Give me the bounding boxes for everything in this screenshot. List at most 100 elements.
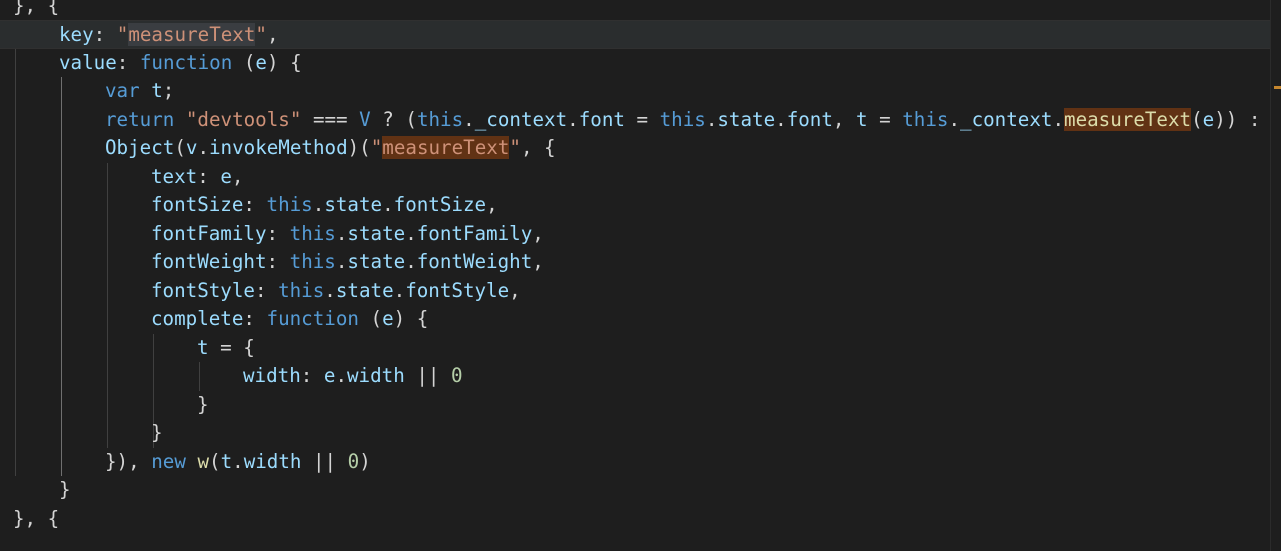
code-token: " bbox=[370, 136, 383, 159]
code-token: }, { bbox=[13, 506, 60, 530]
code-token: : bbox=[243, 307, 267, 330]
code-token: . bbox=[335, 364, 347, 387]
code-token: . bbox=[463, 107, 475, 131]
code-token: invokeMethod bbox=[209, 136, 348, 159]
code-text: text: e, bbox=[151, 163, 243, 192]
code-token: state bbox=[335, 278, 394, 302]
code-line[interactable]: var t; bbox=[0, 77, 1270, 106]
code-line[interactable]: } bbox=[0, 476, 1270, 505]
code-text: width: e.width || 0 bbox=[243, 362, 463, 391]
code-token: key bbox=[59, 23, 94, 46]
code-token: , bbox=[532, 250, 544, 273]
code-token: ( bbox=[1191, 107, 1203, 131]
code-token: . bbox=[405, 250, 417, 273]
code-token: fontStyle bbox=[151, 278, 255, 302]
code-token: . bbox=[197, 136, 209, 159]
code-token: )) : bbox=[1214, 107, 1261, 131]
code-token: . bbox=[382, 193, 394, 216]
code-text: fontWeight: this.state.fontWeight, bbox=[151, 248, 544, 277]
code-token: . bbox=[405, 221, 417, 245]
code-token: , bbox=[231, 164, 244, 188]
code-token: , { bbox=[520, 136, 556, 159]
code-token: this bbox=[289, 250, 336, 273]
code-token: fontWeight bbox=[416, 250, 533, 273]
code-token: this bbox=[289, 221, 336, 245]
find-match: measureText bbox=[382, 136, 510, 159]
code-token: ( bbox=[358, 307, 383, 330]
code-line[interactable]: }, { bbox=[0, 0, 1270, 20]
code-token: 0 bbox=[347, 449, 360, 473]
code-token: " bbox=[116, 23, 129, 46]
code-token: ) { bbox=[266, 50, 302, 74]
code-text: key: "measureText", bbox=[59, 21, 279, 50]
code-line[interactable]: fontWeight: this.state.fontWeight, bbox=[0, 248, 1270, 277]
code-token: ( bbox=[232, 50, 256, 74]
code-token: t bbox=[220, 449, 233, 473]
code-text: } bbox=[151, 419, 163, 448]
code-line[interactable]: }), new w(t.width || 0) bbox=[0, 448, 1270, 477]
code-line[interactable]: return "devtools" === V ? (this._context… bbox=[0, 106, 1270, 135]
code-token: === bbox=[301, 107, 360, 131]
code-token: = bbox=[624, 107, 660, 131]
code-line[interactable]: key: "measureText", bbox=[0, 20, 1270, 49]
code-line[interactable]: t = { bbox=[0, 334, 1270, 363]
code-token: ? ( bbox=[370, 107, 417, 131]
code-token: Object bbox=[105, 136, 175, 159]
code-token: function bbox=[139, 50, 233, 74]
code-token: var bbox=[105, 79, 140, 102]
code-line[interactable]: complete: function (e) { bbox=[0, 305, 1270, 334]
code-text: fontSize: this.state.fontSize, bbox=[151, 191, 498, 220]
code-token: _context bbox=[960, 107, 1053, 131]
code-token: t bbox=[151, 79, 163, 102]
code-line[interactable]: fontSize: this.state.fontSize, bbox=[0, 191, 1270, 220]
code-token: . bbox=[324, 278, 336, 302]
code-token: , bbox=[509, 278, 521, 302]
code-token: , bbox=[486, 193, 498, 216]
code-token: e bbox=[1202, 107, 1215, 131]
code-token: return bbox=[105, 107, 175, 131]
code-text: t = { bbox=[197, 334, 255, 363]
code-token: this bbox=[416, 107, 464, 131]
code-token: value bbox=[59, 50, 117, 74]
code-token: e bbox=[382, 307, 394, 330]
code-text: value: function (e) { bbox=[59, 49, 302, 78]
code-token: ) bbox=[359, 449, 371, 473]
code-token: , bbox=[532, 221, 544, 245]
code-token: width bbox=[243, 364, 301, 387]
code-token: _context bbox=[474, 107, 568, 131]
code-token: "devtools" bbox=[185, 107, 302, 131]
code-token: : bbox=[266, 250, 290, 273]
code-token: text bbox=[151, 164, 198, 188]
code-line[interactable]: value: function (e) { bbox=[0, 49, 1270, 78]
code-line[interactable]: } bbox=[0, 391, 1270, 420]
code-line[interactable]: }, { bbox=[0, 505, 1270, 534]
code-token: . bbox=[393, 278, 406, 302]
code-text: Object(v.invokeMethod)("measureText", { bbox=[105, 134, 556, 163]
code-editor[interactable]: }, {key: "measureText", value: function (… bbox=[0, 0, 1281, 551]
code-token: state bbox=[347, 250, 406, 273]
code-token: ) { bbox=[393, 307, 429, 330]
code-token: font bbox=[786, 107, 833, 131]
code-token: . bbox=[312, 193, 325, 216]
code-token: . bbox=[335, 250, 348, 273]
code-line[interactable]: text: e, bbox=[0, 163, 1270, 192]
code-text: }), new w(t.width || 0) bbox=[105, 448, 371, 477]
code-line[interactable]: Object(v.invokeMethod)("measureText", { bbox=[0, 134, 1270, 163]
code-line[interactable]: } bbox=[0, 419, 1270, 448]
code-token: ( bbox=[209, 449, 221, 473]
code-token: , bbox=[266, 23, 279, 46]
code-text: fontStyle: this.state.fontStyle, bbox=[151, 277, 521, 306]
code-token: t bbox=[197, 335, 209, 359]
code-line[interactable]: fontFamily: this.state.fontFamily, bbox=[0, 220, 1270, 249]
code-token: t bbox=[856, 107, 868, 131]
code-line[interactable]: fontStyle: this.state.fontStyle, bbox=[0, 277, 1270, 306]
code-token: V bbox=[359, 107, 371, 131]
scrollbar-find-marker bbox=[1274, 86, 1281, 89]
code-token: this bbox=[659, 107, 706, 131]
code-line[interactable]: width: e.width || 0 bbox=[0, 362, 1270, 391]
code-token: state bbox=[324, 193, 383, 216]
code-token: width bbox=[347, 364, 405, 387]
vertical-scrollbar[interactable] bbox=[1270, 0, 1281, 551]
